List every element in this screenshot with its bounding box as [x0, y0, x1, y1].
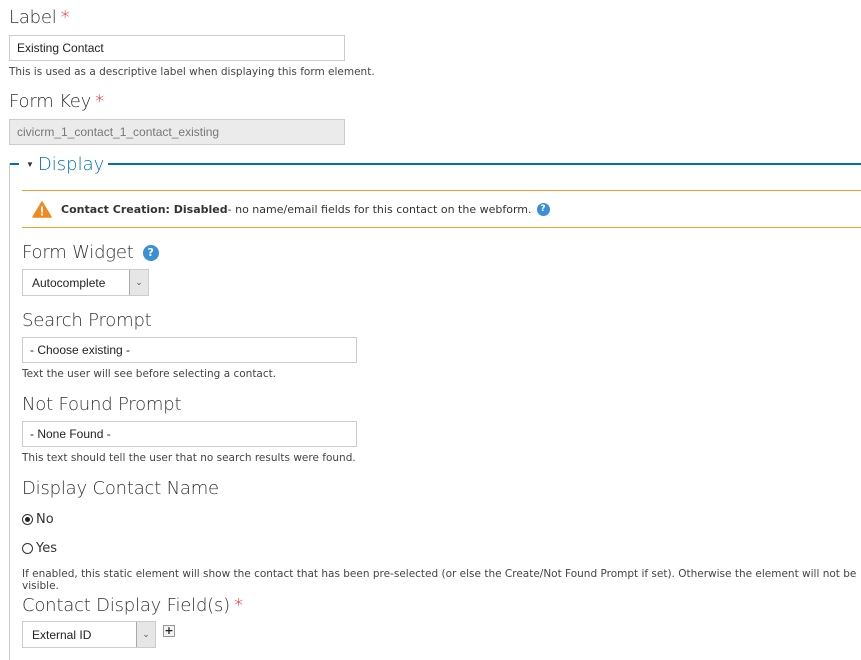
search-prompt-value: - Choose existing -: [30, 343, 131, 357]
form-key-text: Form Key: [9, 91, 92, 112]
label-field-label: Label *: [9, 7, 70, 28]
search-prompt-input[interactable]: - Choose existing -: [22, 337, 357, 363]
required-mark: *: [234, 595, 243, 616]
radio-yes[interactable]: Yes: [22, 541, 57, 556]
chevron-down-icon: ⌄: [136, 622, 155, 647]
not-found-prompt-label: Not Found Prompt: [22, 394, 182, 415]
fieldset-border: [9, 163, 10, 660]
form-widget-select[interactable]: Autocomplete ⌄: [22, 269, 149, 296]
warning-title: Contact Creation: Disabled: [61, 202, 228, 216]
collapse-triangle-icon: ▼: [26, 160, 34, 169]
warning-triangle-icon: [32, 200, 52, 218]
label-input-value: Existing Contact: [17, 41, 104, 55]
radio-no[interactable]: No: [22, 512, 54, 527]
radio-unchecked-icon[interactable]: [22, 543, 33, 554]
form-widget-selected: Autocomplete: [32, 275, 106, 290]
fieldset-border: [108, 163, 861, 165]
radio-checked-icon[interactable]: [22, 514, 33, 525]
chevron-down-icon: ⌄: [129, 270, 148, 295]
radio-label: No: [36, 512, 54, 527]
required-mark: *: [95, 91, 104, 112]
contact-display-fields-selected: External ID: [32, 627, 92, 642]
contact-creation-warning: Contact Creation: Disabled - no name/ema…: [22, 190, 861, 228]
form-widget-label: Form Widget ?: [22, 242, 159, 263]
label-text: Label: [9, 7, 57, 28]
label-input[interactable]: Existing Contact: [9, 35, 345, 61]
help-icon[interactable]: ?: [142, 244, 159, 261]
contact-display-fields-text: Contact Display Field(s): [22, 595, 230, 616]
contact-display-fields-label: Contact Display Field(s) *: [22, 595, 243, 616]
display-fieldset-toggle[interactable]: ▼ Display: [26, 154, 104, 175]
form-key-input: civicrm_1_contact_1_contact_existing: [9, 119, 345, 145]
form-key-value: civicrm_1_contact_1_contact_existing: [17, 125, 220, 139]
required-mark: *: [60, 7, 70, 28]
form-widget-text: Form Widget: [22, 242, 134, 263]
fieldset-legend: Display: [37, 154, 105, 175]
not-found-prompt-description: This text should tell the user that no s…: [22, 452, 356, 464]
form-key-label: Form Key *: [9, 91, 104, 112]
search-prompt-description: Text the user will see before selecting …: [22, 368, 277, 380]
not-found-prompt-value: - None Found -: [30, 427, 111, 441]
help-icon[interactable]: ?: [536, 202, 550, 216]
radio-label: Yes: [36, 541, 57, 556]
search-prompt-label: Search Prompt: [22, 310, 152, 331]
not-found-prompt-input[interactable]: - None Found -: [22, 421, 357, 447]
display-contact-name-description: If enabled, this static element will sho…: [22, 568, 857, 592]
fieldset-border: [9, 163, 19, 165]
display-contact-name-label: Display Contact Name: [22, 478, 219, 499]
contact-display-fields-select[interactable]: External ID ⌄: [22, 621, 156, 648]
warning-text: - no name/email fields for this contact …: [227, 202, 532, 216]
add-field-button[interactable]: +: [163, 625, 175, 637]
label-description: This is used as a descriptive label when…: [9, 66, 375, 78]
